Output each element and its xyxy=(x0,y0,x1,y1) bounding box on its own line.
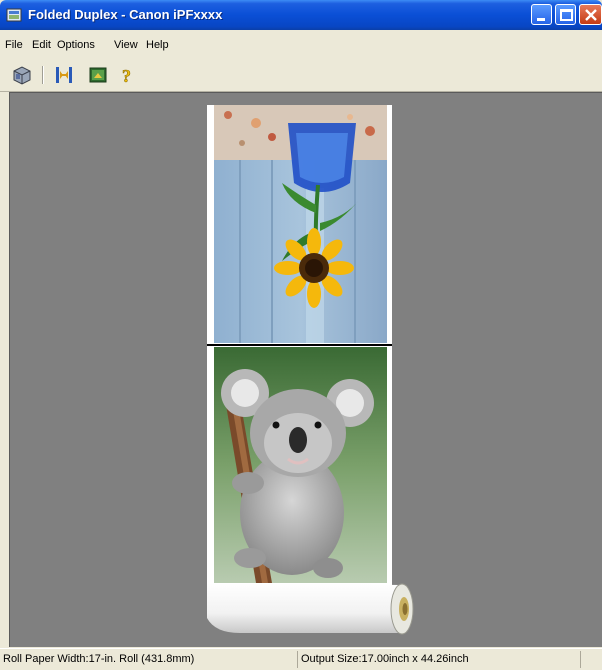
help-icon[interactable]: ? xyxy=(118,65,138,85)
menu-help[interactable]: Help xyxy=(146,39,169,51)
page-2-image xyxy=(214,347,387,583)
close-button[interactable] xyxy=(579,4,602,25)
minimize-icon xyxy=(537,18,545,21)
svg-text:?: ? xyxy=(122,66,131,85)
printer-settings-icon[interactable] xyxy=(12,65,32,85)
menu-options[interactable]: Options xyxy=(57,39,95,51)
page-layout-icon[interactable] xyxy=(54,65,74,85)
close-icon xyxy=(585,9,597,21)
toolbar: ? xyxy=(0,57,602,92)
page-1-image xyxy=(214,105,387,343)
status-roll-paper-width: Roll Paper Width:17-in. Roll (431.8mm) xyxy=(3,653,195,665)
status-bar: Roll Paper Width:17-in. Roll (431.8mm) O… xyxy=(0,648,602,670)
paper-roll-curl xyxy=(207,583,414,635)
title-bar[interactable]: Folded Duplex - Canon iPFxxxx xyxy=(0,0,602,30)
toolbar-separator xyxy=(42,66,44,84)
menu-file[interactable]: File xyxy=(5,39,23,51)
maximize-button[interactable] xyxy=(555,4,576,25)
window-title: Folded Duplex - Canon iPFxxxx xyxy=(28,7,223,22)
menu-view[interactable]: View xyxy=(114,39,138,51)
size-grip[interactable] xyxy=(580,651,602,668)
menu-edit[interactable]: Edit xyxy=(32,39,51,51)
preview-canvas xyxy=(9,92,602,647)
app-icon xyxy=(6,8,22,22)
preview-image-icon[interactable] xyxy=(88,65,108,85)
minimize-button[interactable] xyxy=(531,4,552,25)
app-window: Folded Duplex - Canon iPFxxxx File Edit … xyxy=(0,0,602,670)
folded-duplex-preview xyxy=(207,105,414,635)
maximize-icon xyxy=(560,9,573,21)
status-output-size: Output Size:17.00inch x 44.26inch xyxy=(297,651,579,668)
menu-bar: File Edit Options View Help xyxy=(0,36,602,56)
